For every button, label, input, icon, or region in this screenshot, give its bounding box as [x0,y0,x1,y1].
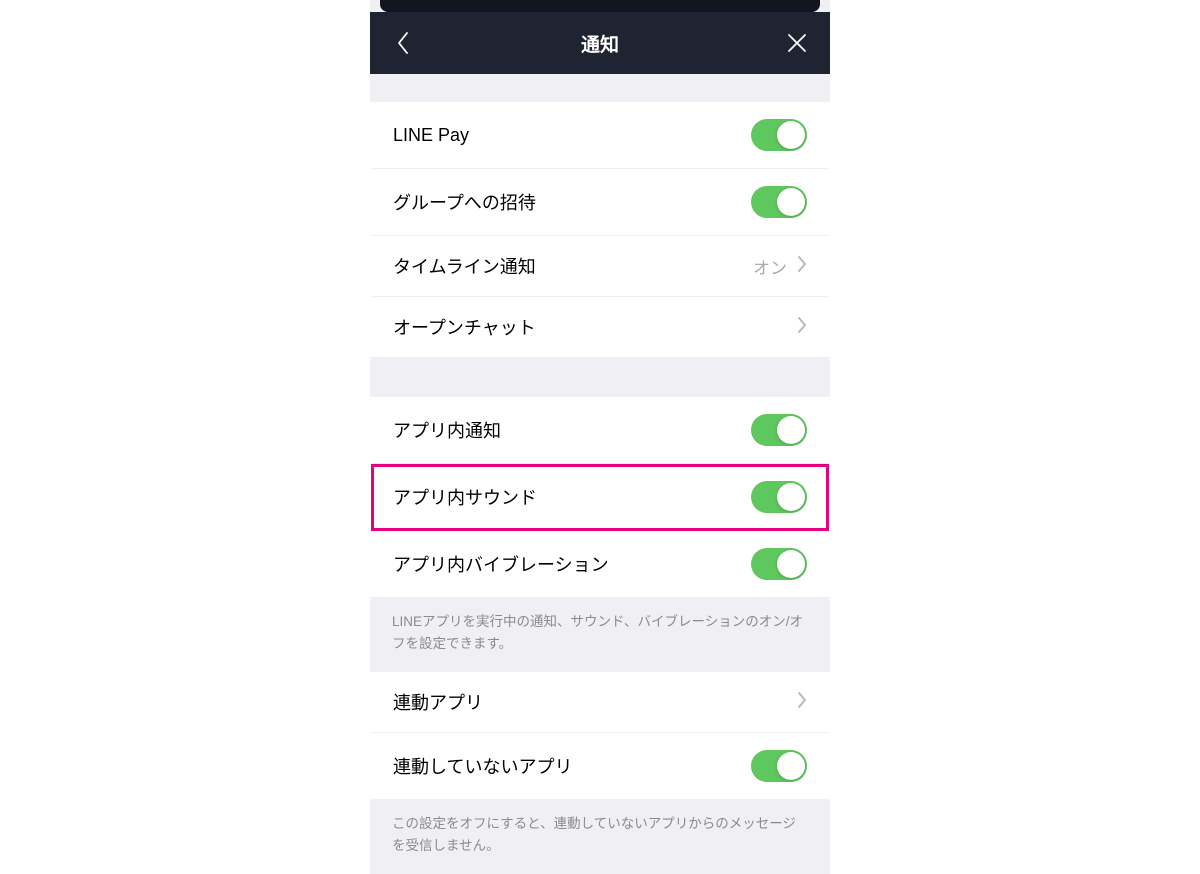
row-linked-apps[interactable]: 連動アプリ [371,672,829,733]
section-3: 連動アプリ 連動していないアプリ [370,672,830,799]
row-label: LINE Pay [393,125,469,146]
row-label: オープンチャット [393,314,536,340]
row-line-pay[interactable]: LINE Pay [371,102,829,169]
section-gap [370,357,830,397]
section-1: LINE Pay グループへの招待 タイムライン通知 オン オープンチャット [370,102,830,357]
row-label: タイムライン通知 [393,253,536,279]
row-open-chat[interactable]: オープンチャット [371,297,829,357]
header-bar: 通知 [370,12,830,74]
row-timeline-notification[interactable]: タイムライン通知 オン [371,236,829,297]
row-label: アプリ内通知 [393,417,501,443]
row-label: アプリ内バイブレーション [393,551,609,577]
row-label: グループへの招待 [393,189,536,215]
row-right: オン [753,254,807,279]
close-icon[interactable] [782,28,812,58]
toggle-switch[interactable] [751,481,807,513]
header-title: 通知 [581,30,619,57]
row-label: 連動していないアプリ [393,753,572,779]
status-bar [380,0,820,12]
row-unlinked-apps[interactable]: 連動していないアプリ [371,733,829,799]
row-label: 連動アプリ [393,689,483,715]
chevron-right-icon [797,316,807,339]
section-2-footer: LINEアプリを実行中の通知、サウンド、バイブレーションのオン/オフを設定できま… [370,597,830,672]
row-in-app-sound[interactable]: アプリ内サウンド [371,464,829,531]
row-in-app-vibration[interactable]: アプリ内バイブレーション [371,531,829,597]
back-icon[interactable] [388,28,418,58]
row-right [797,316,807,339]
section-gap [370,74,830,102]
phone-frame: 通知 LINE Pay グループへの招待 タイムライン通知 オン オープンチャッ… [370,0,830,874]
row-value: オン [753,254,787,279]
row-in-app-notification[interactable]: アプリ内通知 [371,397,829,464]
row-right [797,691,807,714]
section-2: アプリ内通知 アプリ内サウンド アプリ内バイブレーション [370,397,830,597]
chevron-right-icon [797,691,807,714]
row-group-invite[interactable]: グループへの招待 [371,169,829,236]
row-label: アプリ内サウンド [393,484,537,510]
section-3-footer: この設定をオフにすると、連動していないアプリからのメッセージを受信しません。 [370,799,830,874]
toggle-switch[interactable] [751,548,807,580]
toggle-switch[interactable] [751,750,807,782]
toggle-switch[interactable] [751,414,807,446]
chevron-right-icon [797,255,807,278]
toggle-switch[interactable] [751,186,807,218]
toggle-switch[interactable] [751,119,807,151]
